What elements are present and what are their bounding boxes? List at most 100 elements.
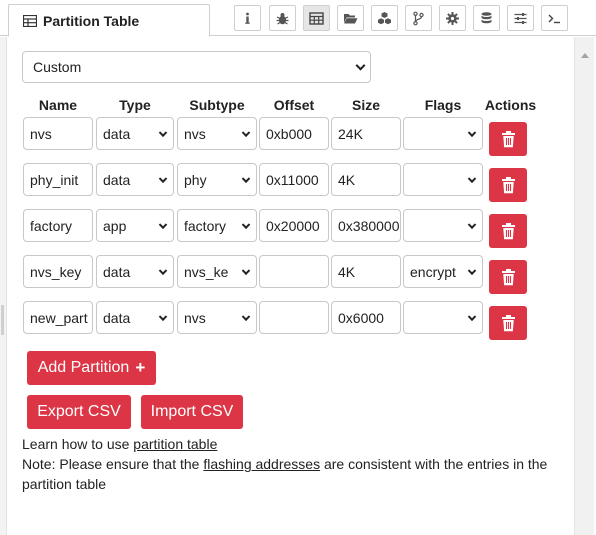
chevron-down-icon [467, 266, 477, 275]
folder-open-icon [344, 13, 358, 23]
partition-subtype-select[interactable]: phy [177, 163, 257, 196]
tab-title: Partition Table [43, 12, 140, 29]
partition-offset-input[interactable]: 0x11000 [259, 163, 329, 196]
chevron-down-icon [241, 312, 251, 321]
git-button[interactable] [405, 5, 432, 31]
partition-name-input[interactable]: new_part [23, 301, 93, 334]
trash-icon [501, 314, 515, 331]
info-icon [245, 12, 250, 24]
plus-icon: + [135, 358, 146, 377]
delete-partition-button[interactable] [489, 168, 527, 202]
import-csv-button[interactable]: Import CSV [141, 395, 243, 429]
chevron-down-icon [467, 220, 477, 229]
trash-icon [501, 176, 515, 193]
chevron-down-icon [158, 312, 168, 321]
flashing-addresses-link[interactable]: flashing addresses [203, 456, 320, 472]
chevron-down-icon [467, 128, 477, 137]
scroll-up-arrow-icon[interactable] [581, 53, 589, 58]
chevron-down-icon [241, 128, 251, 137]
partition-subtype-select[interactable]: nvs_ke [177, 255, 257, 288]
partition-subtype-select[interactable]: nvs [177, 301, 257, 334]
partition-flags-select[interactable] [403, 209, 483, 242]
partition-name-input[interactable]: factory [23, 209, 93, 242]
delete-partition-button[interactable] [489, 122, 527, 156]
partition-table-type-select[interactable]: Custom [22, 51, 371, 83]
left-resize-rail[interactable] [0, 37, 7, 535]
tab-partition-table[interactable]: Partition Table [8, 4, 210, 37]
vertical-scrollbar[interactable] [574, 37, 594, 535]
partition-size-input[interactable]: 0x380000 [331, 209, 401, 242]
partition-offset-input[interactable] [259, 255, 329, 288]
trash-icon [501, 130, 515, 147]
header-offset: Offset [273, 97, 315, 113]
bug-icon [276, 12, 289, 25]
partition-type-select[interactable]: data [96, 301, 174, 334]
partition-flags-select[interactable]: encrypt [403, 255, 483, 288]
delete-partition-button[interactable] [489, 260, 527, 294]
database-icon [481, 11, 492, 23]
table-icon [23, 14, 37, 27]
terminal-icon [548, 14, 560, 23]
chevron-down-icon [158, 174, 168, 183]
add-partition-label: Add Partition [37, 359, 130, 376]
delete-partition-button[interactable] [489, 214, 527, 248]
chevron-down-icon [158, 128, 168, 137]
chevron-down-icon [158, 266, 168, 275]
chevron-down-icon [241, 266, 251, 275]
table-icon [309, 11, 324, 25]
partition-table-docs-link[interactable]: partition table [133, 436, 217, 452]
tab-bar: Partition Table [0, 0, 596, 37]
components-button[interactable] [371, 5, 398, 31]
partition-offset-input[interactable]: 0xb000 [259, 117, 329, 150]
delete-partition-button[interactable] [489, 306, 527, 340]
partition-type-select[interactable]: data [96, 163, 174, 196]
partition-size-input[interactable]: 24K [331, 117, 401, 150]
partition-table-button[interactable] [303, 5, 330, 31]
partition-subtype-select[interactable]: factory [177, 209, 257, 242]
partition-type-select[interactable]: app [96, 209, 174, 242]
header-actions: Actions [484, 97, 537, 113]
partition-size-input[interactable]: 0x6000 [331, 301, 401, 334]
header-size: Size [351, 97, 380, 113]
chevron-down-icon [355, 60, 366, 71]
partition-flags-select[interactable] [403, 301, 483, 334]
partition-size-input[interactable]: 4K [331, 255, 401, 288]
chevron-down-icon [467, 312, 477, 321]
code-branch-icon [413, 11, 424, 25]
partition-flags-select[interactable] [403, 163, 483, 196]
settings-button[interactable] [439, 5, 466, 31]
partition-subtype-select[interactable]: nvs [177, 117, 257, 150]
header-type: Type [119, 97, 151, 113]
export-csv-button[interactable]: Export CSV [27, 395, 131, 429]
partition-size-input[interactable]: 4K [331, 163, 401, 196]
files-button[interactable] [337, 5, 364, 31]
partition-type-select[interactable]: data [96, 117, 174, 150]
partition-name-input[interactable]: phy_init [23, 163, 93, 196]
gear-icon [446, 11, 459, 25]
note-text: Note: Please ensure that the flashing ad… [22, 456, 548, 492]
terminal-button[interactable] [541, 5, 568, 31]
add-partition-button[interactable]: Add Partition + [27, 351, 156, 385]
partition-name-input[interactable]: nvs_key [23, 255, 93, 288]
storage-button[interactable] [473, 5, 500, 31]
partition-offset-input[interactable]: 0x20000 [259, 209, 329, 242]
partition-flags-select[interactable] [403, 117, 483, 150]
trash-icon [501, 268, 515, 285]
chevron-down-icon [467, 174, 477, 183]
import-csv-label: Import CSV [150, 403, 234, 420]
info-button[interactable] [234, 5, 261, 31]
chevron-down-icon [241, 174, 251, 183]
partition-offset-input[interactable] [259, 301, 329, 334]
trash-icon [501, 222, 515, 239]
sliders-icon [514, 12, 527, 24]
partition-name-input[interactable]: nvs [23, 117, 93, 150]
header-subtype: Subtype [189, 97, 245, 113]
chevron-down-icon [241, 220, 251, 229]
partition-type-select[interactable]: data [96, 255, 174, 288]
chevron-down-icon [158, 220, 168, 229]
help-line: Learn how to use partition table [22, 436, 218, 452]
cubes-icon [378, 11, 391, 24]
debug-button[interactable] [269, 5, 296, 31]
partition-table-type-value: Custom [33, 59, 82, 75]
options-button[interactable] [507, 5, 534, 31]
